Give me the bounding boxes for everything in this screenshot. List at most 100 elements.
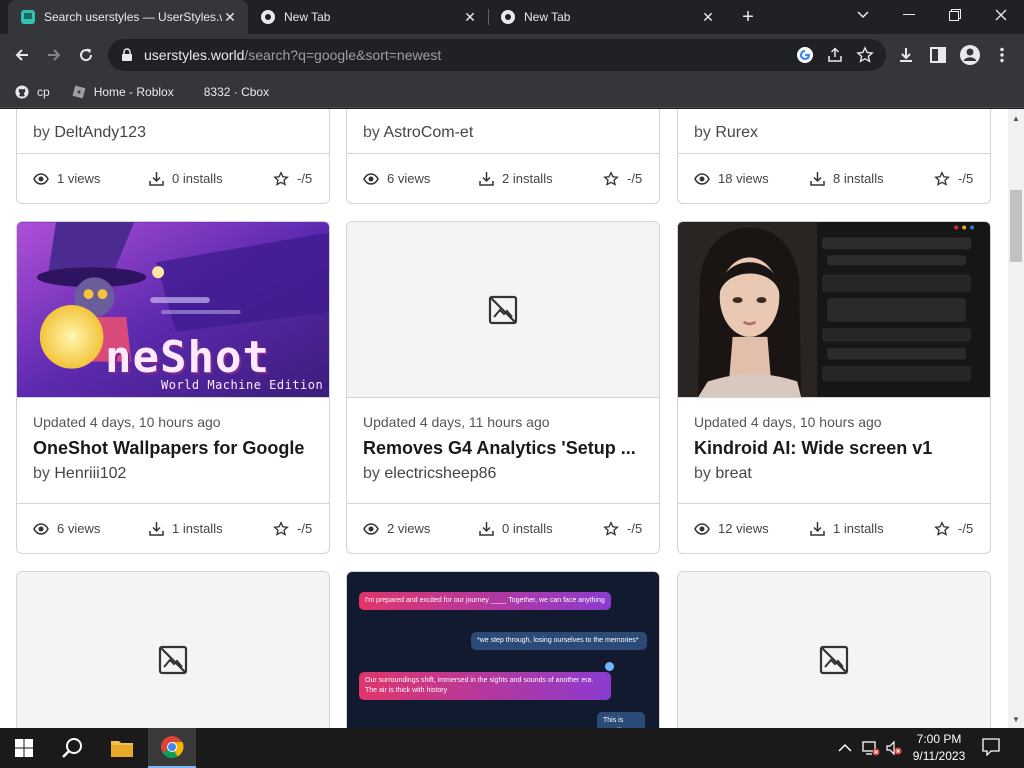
bookmark-cp[interactable]: cp	[7, 79, 58, 105]
style-name[interactable]: Kindroid AI: Wide screen v1	[694, 438, 974, 459]
notifications-button[interactable]	[982, 738, 1000, 761]
author-name[interactable]: breat	[715, 465, 751, 482]
style-name[interactable]: OneShot Wallpapers for Google	[33, 438, 313, 459]
views-count: 6 views	[387, 171, 431, 186]
forward-button[interactable]	[40, 41, 68, 69]
profile-button[interactable]	[956, 41, 984, 69]
by-label: by	[694, 124, 716, 141]
card-author: by AstroCom-et	[363, 124, 643, 142]
card-author: by DeltAndy123	[33, 124, 313, 142]
views-stat: 6 views	[33, 521, 149, 536]
views-count: 6 views	[57, 521, 101, 536]
style-card[interactable]: by AstroCom-et 6 views 2 installs -/5	[346, 109, 660, 204]
bookmark-home-roblox[interactable]: Home - Roblox	[64, 79, 182, 105]
close-tab-icon[interactable]: ✕	[700, 9, 716, 25]
author-name[interactable]: DeltAndy123	[54, 124, 146, 141]
image-missing-icon	[158, 645, 188, 674]
volume-muted-icon	[886, 740, 902, 756]
scroll-up-arrow-icon[interactable]: ▲	[1008, 111, 1024, 125]
style-preview[interactable]: neShot World Machine Edition	[17, 222, 329, 398]
preview-title-text: neShot	[105, 332, 270, 383]
side-panel-icon	[930, 47, 946, 63]
chat-bubble: Our surroundings shift, immersed in the …	[359, 672, 611, 700]
minimize-button[interactable]	[886, 0, 932, 30]
tab-userstyles[interactable]: Search userstyles — UserStyles.w ✕	[8, 0, 248, 34]
by-label: by	[33, 465, 50, 482]
style-name[interactable]: Removes G4 Analytics 'Setup ...	[363, 438, 643, 459]
close-icon	[995, 9, 1007, 21]
style-card[interactable]	[16, 571, 330, 728]
page-content: by DeltAndy123 1 views 0 installs -/5 by…	[0, 109, 1008, 728]
side-panel-button[interactable]	[924, 41, 952, 69]
style-preview[interactable]	[347, 222, 659, 398]
style-preview[interactable]	[678, 572, 990, 728]
installs-stat: 8 installs	[810, 171, 934, 186]
back-button[interactable]	[8, 41, 36, 69]
chrome-taskbar-button[interactable]	[148, 728, 196, 768]
rating-value: -/5	[627, 171, 643, 186]
style-card[interactable]: Updated 4 days, 10 hours ago Kindroid AI…	[677, 221, 991, 554]
eye-icon	[694, 522, 710, 535]
installs-count: 2 installs	[502, 171, 553, 186]
restore-icon	[949, 9, 961, 21]
image-missing-icon	[488, 295, 518, 324]
preview-subtitle-text: World Machine Edition	[161, 378, 324, 392]
file-explorer-button[interactable]	[98, 728, 146, 768]
close-window-button[interactable]	[978, 0, 1024, 30]
scrollbar-thumb[interactable]	[1010, 190, 1022, 262]
restore-button[interactable]	[932, 0, 978, 30]
show-hidden-icons-button[interactable]	[838, 740, 852, 758]
close-tab-icon[interactable]: ✕	[222, 9, 238, 25]
system-clock[interactable]: 7:00 PM 9/11/2023	[906, 731, 972, 765]
author-name[interactable]: Henriii102	[54, 465, 126, 482]
start-button[interactable]	[0, 728, 48, 768]
card-meta: Updated 4 days, 10 hours ago OneShot Wal…	[17, 398, 329, 483]
chat-bubble: *we step through, losing ourselves to th…	[471, 632, 647, 650]
image-missing-icon	[819, 645, 849, 674]
rating-value: -/5	[958, 521, 974, 536]
menu-button[interactable]	[988, 41, 1016, 69]
style-preview[interactable]	[678, 222, 990, 398]
volume-button[interactable]	[886, 740, 902, 761]
style-card[interactable]: neShot World Machine Edition Updated 4 d…	[16, 221, 330, 554]
avatar-icon	[960, 45, 980, 65]
tab-new-tab-1[interactable]: New Tab ✕	[248, 0, 488, 34]
address-bar[interactable]: userstyles.world/search?q=google&sort=ne…	[108, 39, 886, 71]
author-name[interactable]: AstroCom-et	[383, 124, 473, 141]
browser-toolbar: userstyles.world/search?q=google&sort=ne…	[0, 34, 1024, 76]
userstyles-favicon-icon	[21, 10, 35, 24]
style-preview[interactable]	[17, 572, 329, 728]
style-card[interactable]: by DeltAndy123 1 views 0 installs -/5	[16, 109, 330, 204]
tab-new-tab-2[interactable]: New Tab ✕	[488, 0, 726, 34]
share-button[interactable]	[826, 46, 844, 69]
url-host: userstyles.world	[144, 47, 245, 63]
downloads-button[interactable]	[892, 41, 920, 69]
style-card[interactable]: Updated 4 days, 11 hours ago Removes G4 …	[346, 221, 660, 554]
eye-icon	[33, 522, 49, 535]
bookmark-label: cp	[37, 84, 50, 99]
new-tab-button[interactable]: +	[736, 5, 760, 29]
card-meta: Updated 4 days, 11 hours ago Removes G4 …	[347, 398, 659, 483]
views-count: 1 views	[57, 171, 101, 186]
author-name[interactable]: Rurex	[715, 124, 758, 141]
eye-icon	[363, 172, 379, 185]
tab-search-button[interactable]	[840, 0, 886, 30]
close-tab-icon[interactable]: ✕	[462, 9, 478, 25]
reload-button[interactable]	[72, 41, 100, 69]
chevron-down-icon	[857, 11, 869, 19]
network-button[interactable]	[862, 740, 880, 761]
page-scrollbar[interactable]: ▲ ▼	[1008, 109, 1024, 728]
style-preview[interactable]: I'm prepared and excited for our journey…	[347, 572, 659, 728]
google-lens-button[interactable]	[796, 46, 814, 69]
author-name[interactable]: electricsheep86	[384, 465, 496, 482]
search-button[interactable]	[48, 728, 96, 768]
bookmark-cbox[interactable]: 8332 · Cbox	[196, 79, 277, 105]
scroll-down-arrow-icon[interactable]: ▼	[1008, 712, 1024, 726]
windows-taskbar: 7:00 PM 9/11/2023	[0, 728, 1024, 768]
style-card[interactable]	[677, 571, 991, 728]
bookmark-star-button[interactable]	[856, 46, 874, 69]
chrome-icon	[161, 736, 184, 758]
style-card[interactable]: I'm prepared and excited for our journey…	[346, 571, 660, 728]
card-meta: Updated 4 days, 10 hours ago Kindroid AI…	[678, 398, 990, 483]
style-card[interactable]: by Rurex 18 views 8 installs -/5	[677, 109, 991, 204]
